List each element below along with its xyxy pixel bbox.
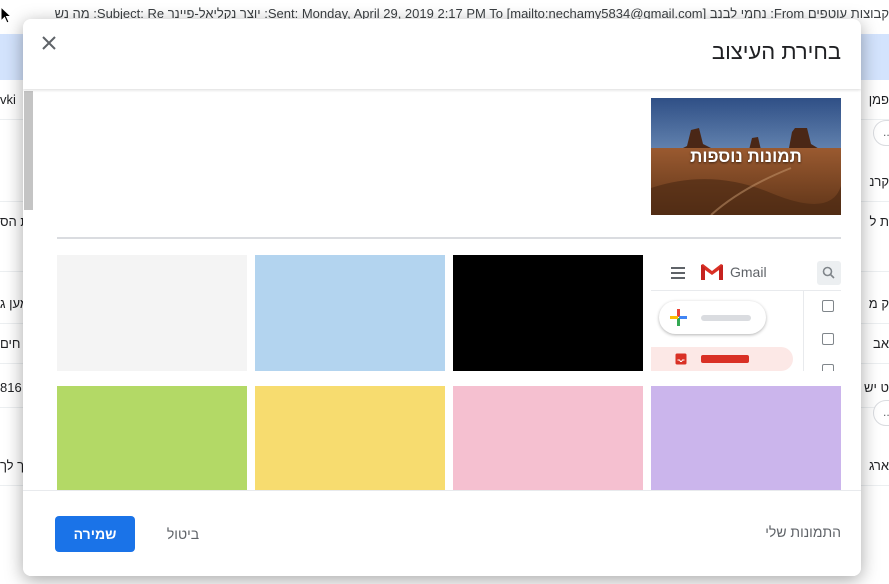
theme-tile-lavender[interactable] (651, 386, 841, 490)
email-row-snippet: חים (0, 336, 21, 351)
dialog-footer: שמירה ביטול התמונות שלי (23, 490, 861, 576)
email-row-sender: ת ל (869, 214, 889, 229)
dialog-title: בחירת העיצוב (711, 39, 841, 64)
theme-tile-light-gray[interactable] (57, 255, 247, 371)
email-row-sender: פמן (868, 92, 889, 107)
theme-tile-pink[interactable] (453, 386, 643, 490)
gmail-wordmark: Gmail (730, 264, 767, 280)
theme-tile-yellow[interactable] (255, 386, 445, 490)
email-row-sender: קרנ (869, 174, 889, 189)
theme-grid: תמונות נוספות Gmail (23, 89, 861, 490)
save-button[interactable]: שמירה (55, 516, 135, 552)
preview-compose-button (659, 301, 766, 334)
more-pill-button[interactable]: ... (873, 120, 889, 146)
theme-tile-default[interactable]: Gmail (651, 255, 841, 371)
email-row-sender: ט יש (864, 380, 889, 395)
email-row-snippet: 816 (0, 380, 22, 395)
preview-inbox-item (651, 347, 793, 371)
search-icon (822, 266, 835, 279)
email-row-snippet: מען ג (0, 296, 24, 311)
mouse-cursor-icon (0, 6, 13, 24)
more-photos-tile[interactable]: תמונות נוספות (651, 98, 841, 215)
more-photos-label: תמונות נוספות (690, 147, 802, 166)
preview-compose-placeholder (701, 315, 751, 321)
preview-checkbox (822, 300, 834, 312)
scrollbar-thumb[interactable] (24, 91, 33, 210)
email-row-sender: ארג (869, 458, 889, 473)
preview-divider (803, 290, 804, 371)
dialog-header: בחירת העיצוב (23, 19, 861, 89)
preview-divider (651, 290, 841, 291)
more-pill-button[interactable]: ... (873, 400, 889, 426)
theme-tile-light-blue[interactable] (255, 255, 445, 371)
theme-tile-green[interactable] (57, 386, 247, 490)
plus-icon (670, 309, 687, 326)
gmail-logo-icon (701, 264, 723, 280)
theme-picker-dialog: בחירת העיצוב תמונות נוספות Gmail שמירה ב… (23, 19, 861, 576)
email-row-snippet: ת הס (0, 214, 24, 229)
preview-inbox-placeholder (701, 355, 749, 363)
my-photos-link[interactable]: התמונות שלי (765, 524, 841, 540)
email-row-sender: ק מ (868, 296, 889, 311)
email-row-sender: אב (873, 336, 889, 351)
section-divider (57, 237, 841, 239)
inbox-icon (675, 353, 687, 365)
close-icon[interactable] (37, 31, 61, 55)
cancel-button[interactable]: ביטול (151, 516, 215, 552)
theme-tile-black[interactable] (453, 255, 643, 371)
preview-checkbox (822, 364, 834, 371)
email-row-snippet: ך לך (0, 458, 24, 473)
preview-search-box (817, 261, 841, 285)
hamburger-menu-icon (671, 267, 685, 279)
preview-checkbox (822, 333, 834, 345)
email-row-snippet: vki (0, 92, 16, 107)
